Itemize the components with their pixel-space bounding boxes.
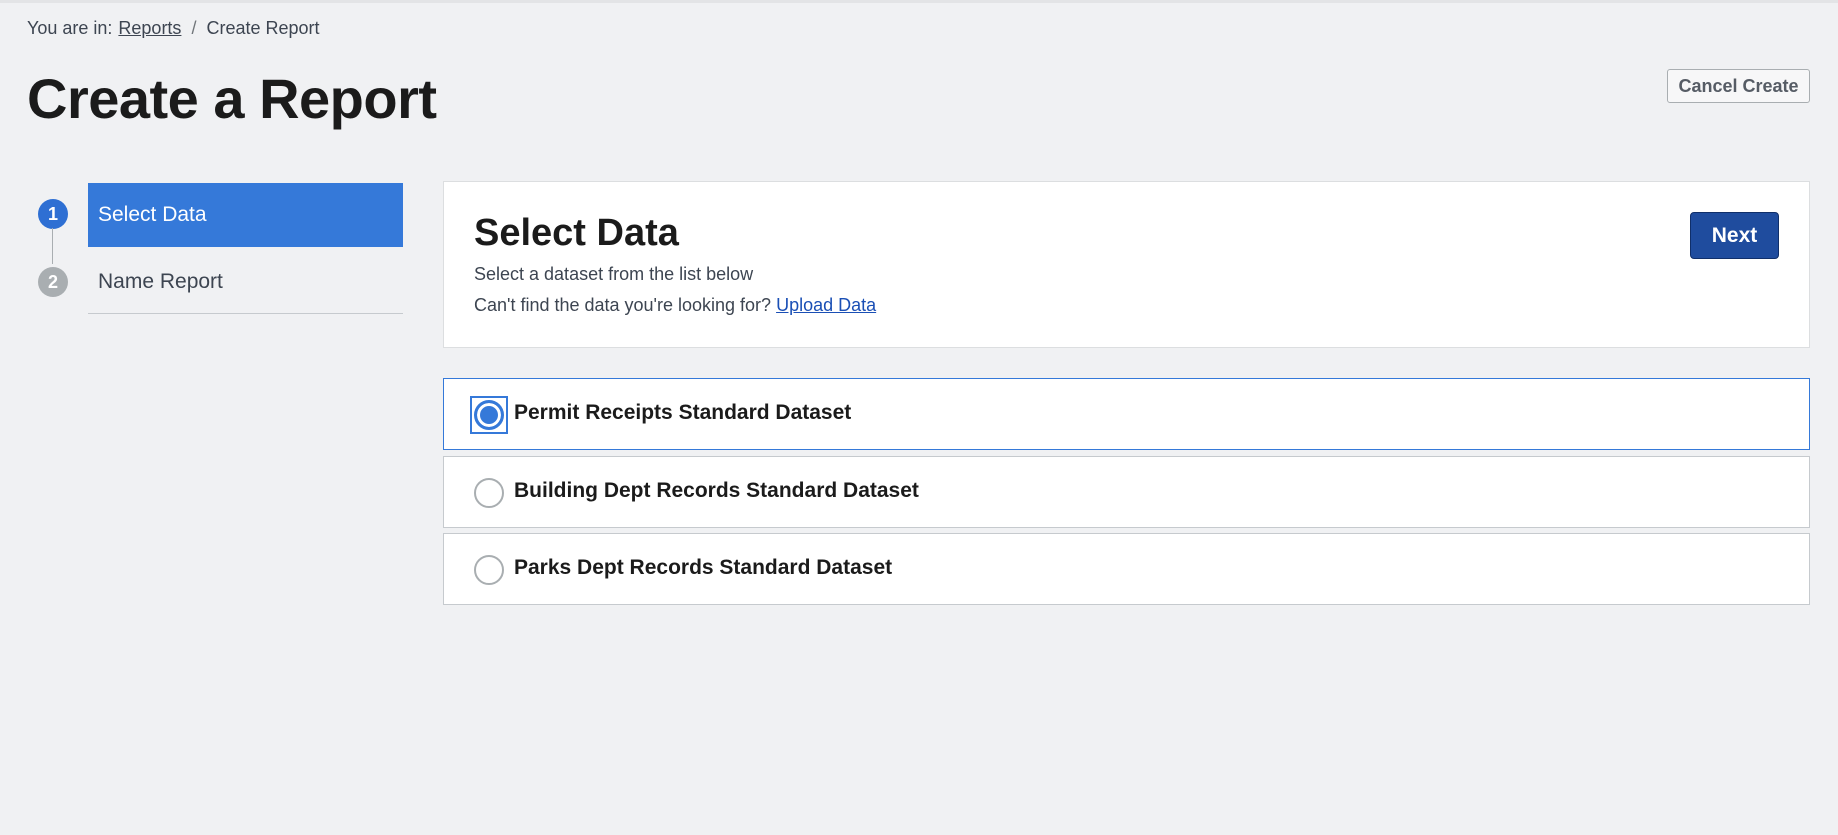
card-subtitle: Select a dataset from the list below bbox=[474, 264, 754, 284]
dataset-option[interactable]: Permit Receipts Standard Dataset bbox=[443, 378, 1810, 450]
top-border bbox=[0, 0, 1838, 3]
breadcrumb-link-reports[interactable]: Reports bbox=[118, 18, 181, 39]
cancel-create-button[interactable]: Cancel Create bbox=[1667, 69, 1810, 103]
step-number-1: 1 bbox=[38, 199, 68, 229]
step-select-data[interactable]: Select Data bbox=[88, 183, 403, 247]
radio-focus-ring bbox=[470, 396, 508, 434]
card-title: Select Data bbox=[474, 212, 679, 254]
step-name-report[interactable]: Name Report bbox=[88, 250, 403, 314]
step-connector bbox=[52, 228, 53, 264]
help-text: Can't find the data you're looking for? bbox=[474, 295, 772, 315]
upload-data-link[interactable]: Upload Data bbox=[776, 295, 876, 315]
dataset-label: Parks Dept Records Standard Dataset bbox=[514, 556, 893, 579]
breadcrumb-separator: / bbox=[191, 18, 197, 38]
breadcrumb-current: Create Report bbox=[206, 18, 320, 38]
dataset-option[interactable]: Building Dept Records Standard Dataset bbox=[443, 456, 1810, 528]
page-title: Create a Report bbox=[27, 67, 437, 130]
step-label: Name Report bbox=[98, 269, 223, 293]
select-data-card: Select Data Select a dataset from the li… bbox=[443, 181, 1810, 348]
radio-button[interactable] bbox=[474, 555, 504, 585]
step-label: Select Data bbox=[98, 203, 207, 226]
dataset-label: Permit Receipts Standard Dataset bbox=[514, 401, 852, 424]
radio-wrapper bbox=[470, 551, 508, 589]
next-button[interactable]: Next bbox=[1690, 212, 1779, 259]
step-number-2: 2 bbox=[38, 267, 68, 297]
radio-button[interactable] bbox=[474, 478, 504, 508]
breadcrumb: You are in: Reports / Create Report bbox=[27, 18, 320, 39]
breadcrumb-prefix: You are in: bbox=[27, 18, 113, 38]
dataset-label: Building Dept Records Standard Dataset bbox=[514, 479, 919, 502]
radio-button-selected[interactable] bbox=[474, 400, 504, 430]
dataset-option[interactable]: Parks Dept Records Standard Dataset bbox=[443, 533, 1810, 605]
card-help-text: Can't find the data you're looking for? … bbox=[474, 295, 876, 316]
radio-wrapper bbox=[470, 474, 508, 512]
